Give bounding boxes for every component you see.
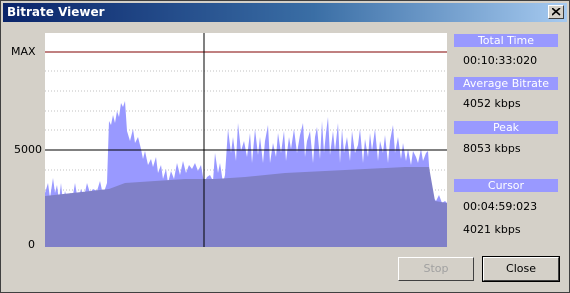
bitrate-viewer-window: Bitrate Viewer MAX 5000 0 Total Time 00:… <box>0 0 570 293</box>
peak-value: 8053 kbps <box>463 142 521 155</box>
average-bitrate-value: 4052 kbps <box>463 97 521 110</box>
average-bitrate-header: Average Bitrate <box>454 77 558 90</box>
y-label-zero: 0 <box>28 238 35 251</box>
average-bitrate-area <box>45 167 447 247</box>
bitrate-graph-svg <box>45 33 447 247</box>
cursor-bitrate-value: 4021 kbps <box>463 223 521 236</box>
cursor-time-value: 00:04:59:023 <box>463 200 538 213</box>
window-close-button[interactable] <box>548 5 564 19</box>
close-button[interactable]: Close <box>482 256 560 282</box>
bitrate-graph[interactable] <box>45 33 447 247</box>
title-bar[interactable]: Bitrate Viewer <box>3 3 567 22</box>
peak-header: Peak <box>454 121 558 134</box>
cursor-header: Cursor <box>454 179 558 192</box>
window-title: Bitrate Viewer <box>7 5 105 19</box>
close-icon <box>552 8 561 16</box>
total-time-value: 00:10:33:020 <box>463 54 538 67</box>
y-label-max: MAX <box>11 45 36 58</box>
stop-button[interactable]: Stop <box>398 257 474 281</box>
y-label-5000: 5000 <box>14 143 42 156</box>
total-time-header: Total Time <box>454 34 558 47</box>
